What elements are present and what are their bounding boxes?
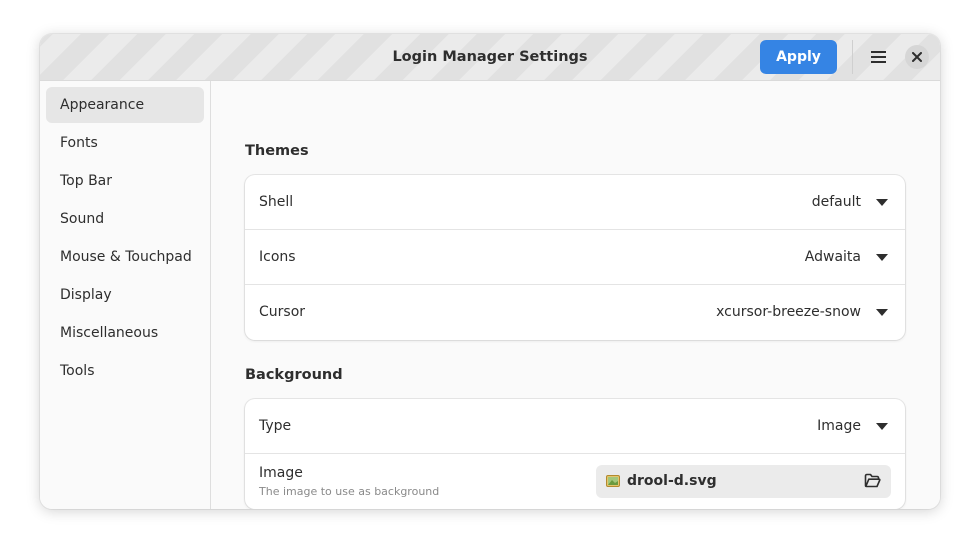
main-menu-button[interactable] (862, 41, 894, 73)
image-row: Image The image to use as background dro… (245, 454, 905, 509)
cursor-row[interactable]: Cursor xcursor-breeze-snow (245, 285, 905, 340)
image-label: Image (259, 465, 303, 481)
chevron-down-icon[interactable] (876, 309, 888, 316)
shell-label: Shell (259, 194, 294, 210)
chevron-down-icon[interactable] (876, 254, 888, 261)
shell-value: default (811, 194, 861, 210)
header-separator (852, 40, 853, 74)
apply-button[interactable]: Apply (760, 40, 837, 74)
sidebar-item-mouse-touchpad[interactable]: Mouse & Touchpad (46, 239, 204, 275)
file-name: drool-d.svg (627, 473, 717, 489)
themes-card: Shell default Icons Adwaita Cursor xcurs… (245, 175, 905, 340)
close-icon (912, 52, 922, 62)
background-card: Type Image Image The image to use as bac… (245, 399, 905, 509)
icons-label: Icons (259, 249, 296, 265)
themes-section-title: Themes (245, 143, 309, 159)
chevron-down-icon[interactable] (876, 423, 888, 430)
main-content: Themes Shell default Icons Adwaita Curso… (211, 81, 940, 509)
type-row[interactable]: Type Image (245, 399, 905, 454)
header-bar: Login Manager Settings Apply (40, 34, 940, 81)
sidebar-item-display[interactable]: Display (46, 277, 204, 313)
sidebar-item-sound[interactable]: Sound (46, 201, 204, 237)
image-subtitle: The image to use as background (259, 485, 440, 498)
sidebar-item-tools[interactable]: Tools (46, 353, 204, 389)
cursor-label: Cursor (259, 304, 306, 320)
sidebar-item-appearance[interactable]: Appearance (46, 87, 204, 123)
background-section-title: Background (245, 367, 343, 383)
sidebar-item-top-bar[interactable]: Top Bar (46, 163, 204, 199)
cursor-value: xcursor-breeze-snow (716, 304, 861, 320)
hamburger-menu-icon-bar (871, 61, 886, 63)
close-button[interactable] (905, 45, 929, 69)
hamburger-menu-icon (871, 51, 886, 53)
settings-window: Login Manager Settings Apply Appearance … (40, 34, 940, 509)
shell-row[interactable]: Shell default (245, 175, 905, 230)
folder-open-icon (864, 473, 881, 488)
file-chooser-button[interactable]: drool-d.svg (596, 465, 891, 498)
sidebar-item-miscellaneous[interactable]: Miscellaneous (46, 315, 204, 351)
chevron-down-icon[interactable] (876, 199, 888, 206)
icons-value: Adwaita (804, 249, 861, 265)
icons-row[interactable]: Icons Adwaita (245, 230, 905, 285)
sidebar: Appearance Fonts Top Bar Sound Mouse & T… (40, 81, 211, 509)
hamburger-menu-icon-bar (871, 56, 886, 58)
type-label: Type (259, 418, 292, 434)
image-file-icon (606, 475, 620, 487)
type-value: Image (817, 418, 861, 434)
sidebar-item-fonts[interactable]: Fonts (46, 125, 204, 161)
